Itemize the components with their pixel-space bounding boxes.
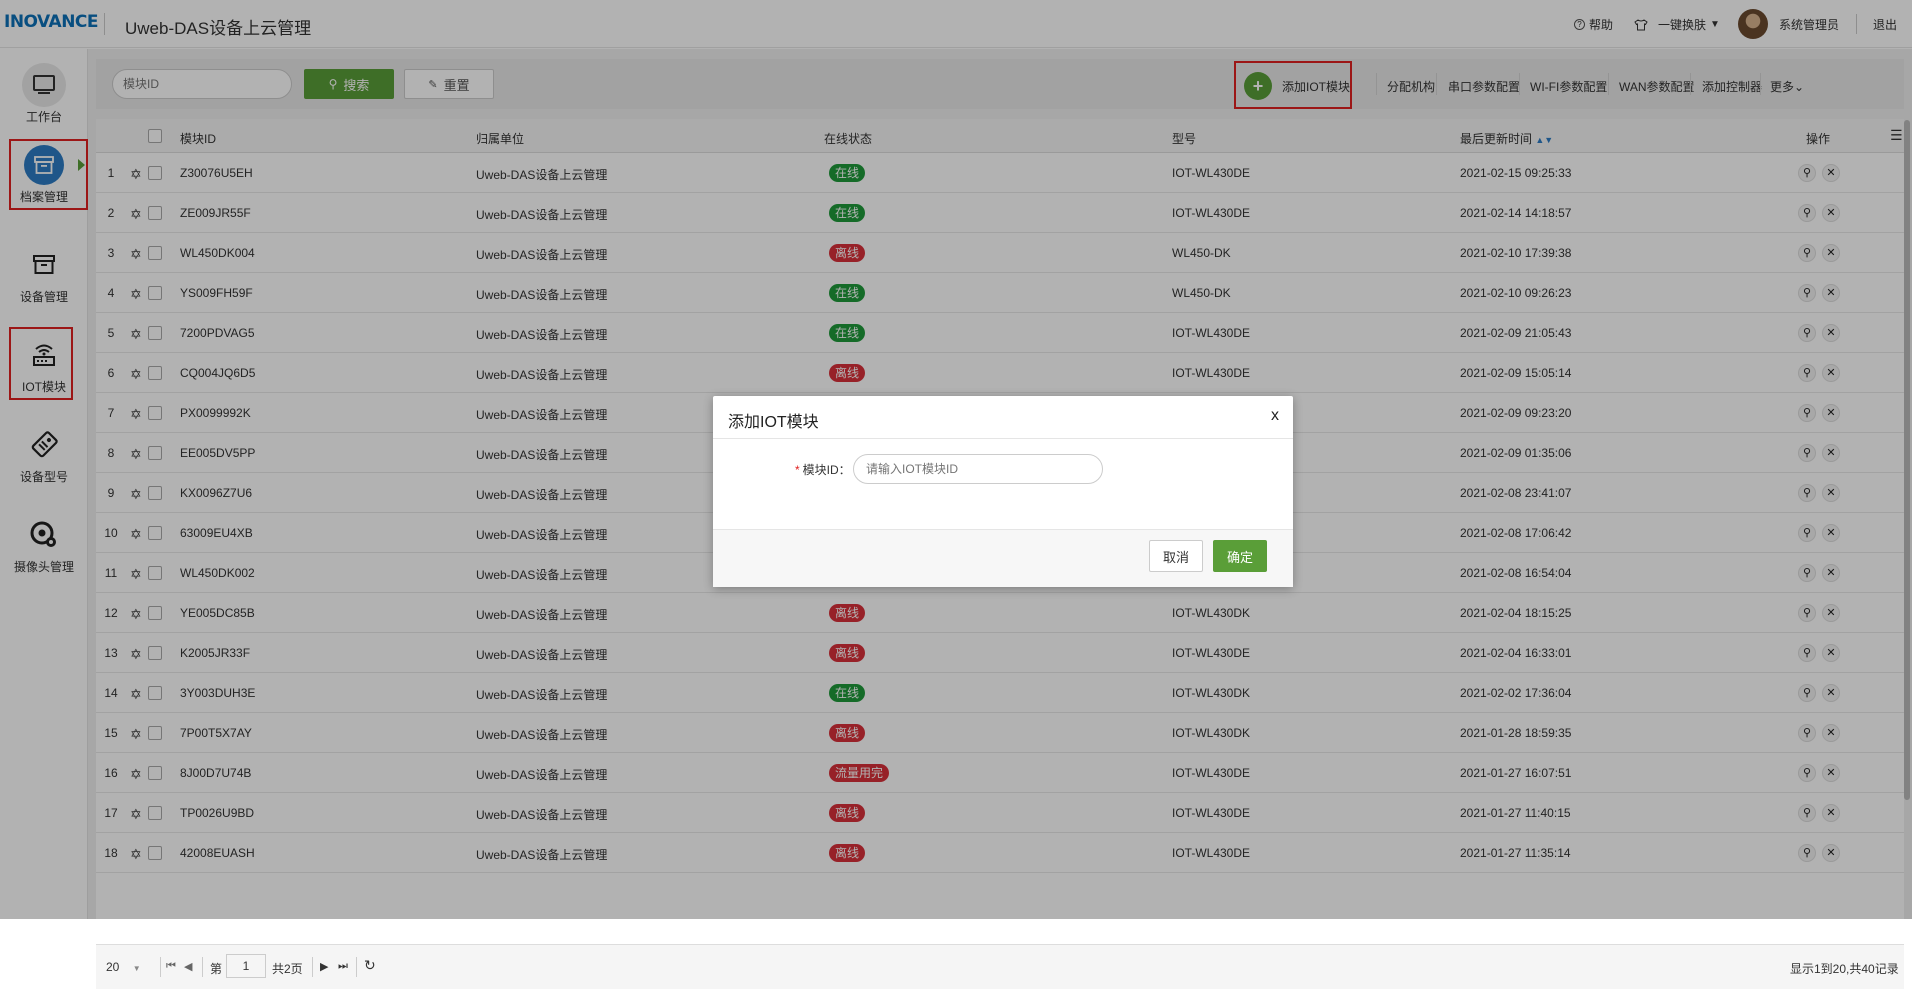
required-mark: *: [795, 463, 800, 477]
next-page-icon[interactable]: ▶: [320, 960, 328, 973]
dialog-divider: [713, 438, 1293, 439]
page-size-value: 20: [106, 960, 120, 974]
pager-divider: [356, 957, 357, 977]
pager-divider: [312, 957, 313, 977]
add-iot-module-dialog: 添加IOT模块 x *模块ID： 取消 确定: [713, 396, 1293, 587]
pager-divider: [202, 957, 203, 977]
prev-page-icon[interactable]: ◀: [184, 960, 192, 973]
cancel-button[interactable]: 取消: [1149, 540, 1203, 572]
confirm-button[interactable]: 确定: [1213, 540, 1267, 572]
pagination-bar: 20 ▼ ⏮ ◀ 第 1 共2页 ▶ ⏭ ↻ 显示1到20,共40记录: [96, 944, 1904, 989]
total-pages: 共2页: [272, 962, 303, 976]
records-summary: 显示1到20,共40记录: [1790, 962, 1899, 976]
module-id-label-text: 模块ID：: [802, 463, 851, 477]
page-size-select[interactable]: 20 ▼: [106, 960, 141, 974]
last-page-icon[interactable]: ⏭: [338, 960, 348, 973]
pager-divider: [160, 957, 161, 977]
dialog-footer: 取消 确定: [713, 529, 1293, 587]
close-icon[interactable]: x: [1271, 407, 1279, 425]
first-page-icon[interactable]: ⏮: [166, 960, 176, 973]
caret-down-icon: ▼: [132, 964, 141, 973]
module-id-label: * 模块ID：: [795, 461, 851, 478]
dialog-title: 添加IOT模块: [728, 414, 819, 431]
page-number-input[interactable]: 1: [226, 954, 266, 978]
refresh-icon[interactable]: ↻: [364, 957, 376, 974]
page-prefix: 第: [210, 962, 223, 976]
module-id-field[interactable]: [853, 454, 1103, 484]
